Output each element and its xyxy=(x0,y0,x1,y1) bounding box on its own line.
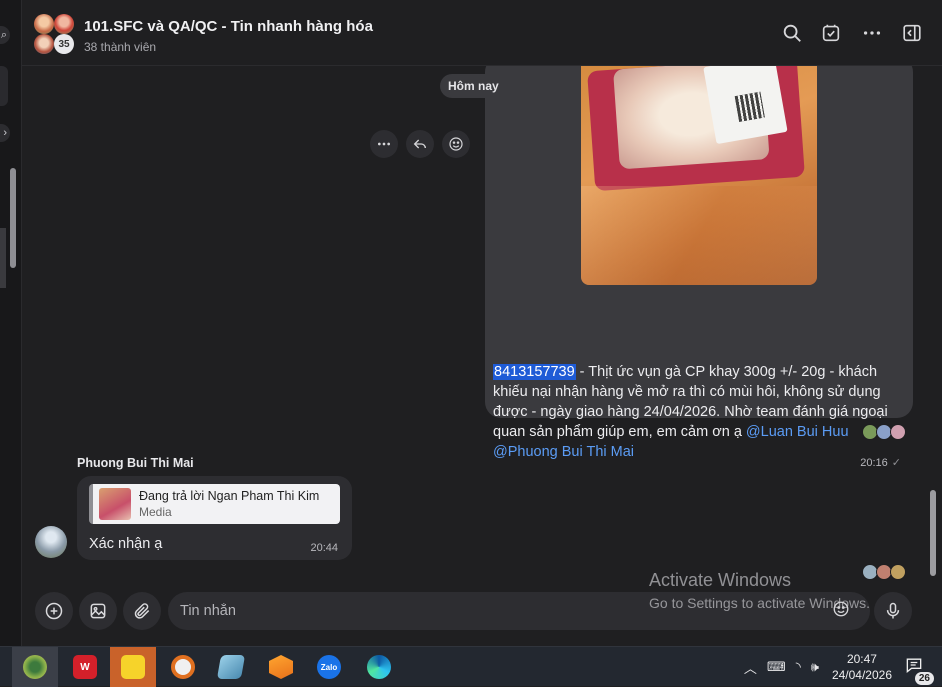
product-tray xyxy=(587,66,805,192)
system-tray: ︿ ⌨ ◝ 🕪 20:47 24/04/2026 26 xyxy=(739,647,942,687)
rail-scrollbar[interactable] xyxy=(10,168,16,268)
wps-icon: W xyxy=(73,655,97,679)
member-avatar xyxy=(54,14,74,34)
rail-button-top[interactable]: ⌕ xyxy=(0,26,10,44)
taskbar-app-edge[interactable] xyxy=(356,647,402,687)
expand-rail-chevron-icon[interactable]: › xyxy=(0,124,10,142)
notification-badge: 26 xyxy=(914,672,934,685)
watermark-title: Activate Windows xyxy=(649,570,792,590)
add-icon[interactable] xyxy=(35,592,73,630)
message-text: 8413157739 - Thịt ức vụn gà CP khay 300g… xyxy=(493,362,909,462)
reply-thumbnail xyxy=(99,488,131,520)
more-options-icon[interactable] xyxy=(861,22,883,44)
microphone-icon[interactable] xyxy=(874,592,912,630)
ultraviewer-icon xyxy=(171,655,195,679)
avatar[interactable] xyxy=(35,526,67,558)
member-count[interactable]: 38 thành viên xyxy=(84,40,156,54)
message-time: 20:16 ✓ xyxy=(860,456,901,469)
message-list[interactable]: 8413157739 - Thịt ức vụn gà CP khay 300g… xyxy=(22,66,940,580)
todo-checkbox-icon[interactable] xyxy=(820,22,842,44)
volume-icon[interactable]: 🕪 xyxy=(811,659,819,675)
quoted-reply[interactable]: Đang trả lời Ngan Pham Thi Kim Media xyxy=(89,484,340,524)
sent-check-icon: ✓ xyxy=(891,457,901,469)
member-avatar xyxy=(34,34,54,54)
group-avatar[interactable]: 35 xyxy=(34,14,76,56)
zalo-icon: Zalo xyxy=(317,655,341,679)
reaction-emoji-icon[interactable] xyxy=(442,130,470,158)
message-text: Xác nhận ạ xyxy=(89,536,163,552)
qr-code-icon xyxy=(734,91,765,122)
attachment-icon[interactable] xyxy=(123,592,161,630)
reader-avatar xyxy=(890,424,906,440)
rail-scroll-track xyxy=(0,228,6,288)
incoming-message[interactable]: Đang trả lời Ngan Pham Thi Kim Media Xác… xyxy=(77,476,352,560)
taskbar-app-sticky-notes[interactable] xyxy=(110,647,156,687)
windows-taskbar: W Zalo ︿ ⌨ ◝ 🕪 20:47 24/04/2026 26 xyxy=(0,646,942,687)
date-separator: Hôm nay xyxy=(440,74,507,98)
seen-by-avatars[interactable] xyxy=(862,424,906,440)
toggle-panel-icon[interactable] xyxy=(901,22,923,44)
clock[interactable]: 20:47 24/04/2026 xyxy=(832,651,892,683)
chat-title[interactable]: 101.SFC và QA/QC - Tin nhanh hàng hóa xyxy=(84,18,373,35)
edge-icon xyxy=(367,655,391,679)
reply-title: Đang trả lời Ngan Pham Thi Kim xyxy=(139,489,320,503)
message-image[interactable] xyxy=(581,66,817,285)
message-time: 20:44 xyxy=(310,542,338,554)
mention-link[interactable]: @Phuong Bui Thi Mai xyxy=(493,444,634,460)
chat-scrollbar[interactable] xyxy=(930,490,936,576)
clock-time: 20:47 xyxy=(846,652,877,666)
sender-name[interactable]: Phuong Bui Thi Mai xyxy=(77,456,194,470)
mention-link[interactable]: @Luan Bui Huu xyxy=(746,424,849,440)
taskbar-app-wps[interactable]: W xyxy=(62,647,108,687)
taskbar-app-zalo[interactable]: Zalo xyxy=(306,647,352,687)
message-actions xyxy=(370,130,470,158)
notification-center[interactable]: 26 xyxy=(904,655,934,685)
rail-item[interactable] xyxy=(0,66,8,106)
sublime-icon xyxy=(269,655,293,679)
taskbar-app-chrome[interactable] xyxy=(12,647,58,687)
reply-type: Media xyxy=(139,505,172,519)
reply-icon[interactable] xyxy=(406,130,434,158)
product-label xyxy=(703,66,788,145)
taskbar-app-ultraviewer[interactable] xyxy=(160,647,206,687)
image-icon[interactable] xyxy=(79,592,117,630)
left-rail: ⌕ › xyxy=(0,0,22,646)
wifi-icon[interactable]: ◝ xyxy=(796,659,801,675)
notepad-icon xyxy=(216,655,246,679)
order-code-highlight: 8413157739 xyxy=(493,364,576,380)
emoji-icon[interactable] xyxy=(832,600,850,618)
time-label: 20:16 xyxy=(860,457,888,469)
seen-by-avatars[interactable] xyxy=(862,564,906,580)
language-icon[interactable]: ⌨ xyxy=(767,659,786,675)
chat-app: ⌕ › 35 101.SFC và QA/QC - Tin nhanh hàng… xyxy=(0,0,942,646)
taskbar-app-notepad[interactable] xyxy=(208,647,254,687)
sticky-notes-icon xyxy=(121,655,145,679)
taskbar-app-sublime[interactable] xyxy=(258,647,304,687)
search-icon[interactable] xyxy=(781,22,803,44)
chrome-icon xyxy=(23,655,47,679)
clock-date: 24/04/2026 xyxy=(831,668,892,682)
outgoing-message[interactable]: 8413157739 - Thịt ức vụn gà CP khay 300g… xyxy=(485,66,913,469)
more-actions-icon[interactable] xyxy=(370,130,398,158)
chat-header: 35 101.SFC và QA/QC - Tin nhanh hàng hóa… xyxy=(22,0,942,66)
member-avatar xyxy=(34,14,54,34)
reader-avatar xyxy=(890,564,906,580)
packaging xyxy=(581,186,817,285)
chevron-up-icon[interactable]: ︿ xyxy=(744,658,757,677)
member-count-badge: 35 xyxy=(54,34,74,54)
